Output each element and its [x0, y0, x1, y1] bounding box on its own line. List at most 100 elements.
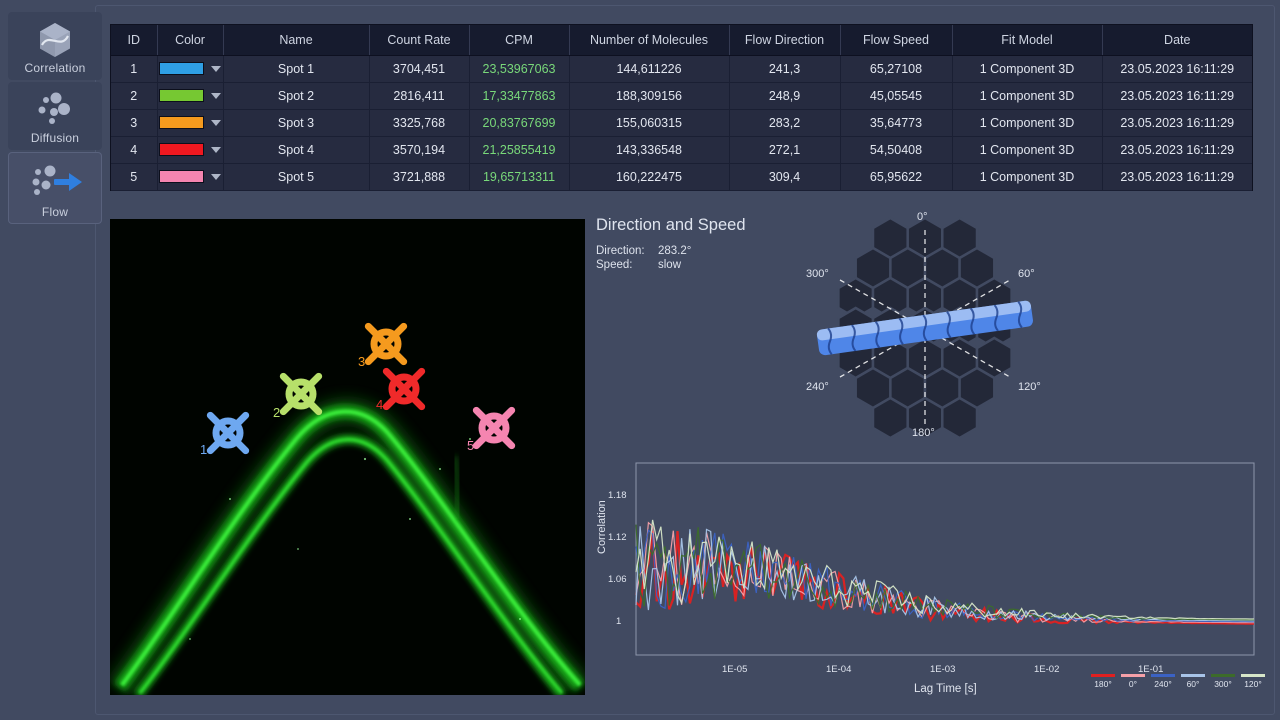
cell-date: 23.05.2023 16:11:29 — [1102, 163, 1252, 190]
spots-table-container: IDColorNameCount RateCPMNumber of Molecu… — [110, 24, 1253, 191]
column-header[interactable]: ID — [111, 25, 157, 55]
spot-marker-label: 5 — [467, 438, 474, 453]
compass-label-180: 180° — [912, 427, 935, 439]
cell-cpm: 23,53967063 — [469, 55, 569, 82]
legend-item[interactable]: 180° — [1091, 674, 1115, 689]
correlation-chart[interactable]: Correlation 1 1.06 1.12 1.18 1E-05 1E-04… — [596, 450, 1256, 705]
legend-item[interactable]: 120° — [1241, 674, 1265, 689]
cube-icon — [8, 20, 102, 60]
direction-value: 283.2° — [658, 244, 691, 258]
color-swatch[interactable] — [159, 89, 204, 102]
column-header[interactable]: Fit Model — [952, 25, 1102, 55]
cell-fit-model: 1 Component 3D — [952, 136, 1102, 163]
cell-color[interactable] — [157, 109, 223, 136]
table-row[interactable]: 3Spot 33325,76820,83767699155,060315283,… — [111, 109, 1252, 136]
column-header[interactable]: Count Rate — [369, 25, 469, 55]
x-tick: 1E-04 — [826, 664, 851, 675]
cell-count-rate: 3570,194 — [369, 136, 469, 163]
cell-name: Spot 2 — [223, 82, 369, 109]
dots-icon — [8, 90, 102, 130]
cell-name: Spot 4 — [223, 136, 369, 163]
compass-label-60: 60° — [1018, 268, 1035, 280]
cell-fit-model: 1 Component 3D — [952, 109, 1102, 136]
cell-molecules: 160,222475 — [569, 163, 729, 190]
speed-label: Speed: — [596, 258, 658, 272]
cell-color[interactable] — [157, 163, 223, 190]
cell-cpm: 19,65713311 — [469, 163, 569, 190]
table-row[interactable]: 2Spot 22816,41117,33477863188,309156248,… — [111, 82, 1252, 109]
chevron-down-icon[interactable] — [211, 147, 221, 153]
chevron-down-icon[interactable] — [211, 93, 221, 99]
flow-compass[interactable]: 0° 60° 120° 180° 240° 300° — [790, 205, 1060, 450]
x-tick: 1E-05 — [722, 664, 747, 675]
cell-molecules: 143,336548 — [569, 136, 729, 163]
microscopy-image[interactable]: 12345 — [110, 219, 585, 695]
spot-marker[interactable] — [210, 415, 245, 450]
legend-item[interactable]: 60° — [1181, 674, 1205, 689]
compass-label-0: 0° — [917, 211, 928, 223]
cell-flow-direction: 272,1 — [729, 136, 840, 163]
legend-label: 120° — [1244, 679, 1262, 689]
table-row[interactable]: 1Spot 13704,45123,53967063144,611226241,… — [111, 55, 1252, 82]
compass-label-120: 120° — [1018, 381, 1041, 393]
legend-item[interactable]: 240° — [1151, 674, 1175, 689]
cell-flow-speed: 65,95622 — [840, 163, 952, 190]
chevron-down-icon[interactable] — [211, 120, 221, 126]
spot-marker[interactable] — [476, 410, 511, 445]
legend-label: 300° — [1214, 679, 1232, 689]
chart-x-axis-label: Lag Time [s] — [914, 683, 977, 695]
cell-id: 3 — [111, 109, 157, 136]
sidebar-item-flow[interactable]: Flow — [8, 152, 102, 224]
cell-fit-model: 1 Component 3D — [952, 55, 1102, 82]
cell-cpm: 21,25855419 — [469, 136, 569, 163]
column-header[interactable]: Date — [1102, 25, 1252, 55]
color-swatch[interactable] — [159, 170, 204, 183]
table-row[interactable]: 5Spot 53721,88819,65713311160,222475309,… — [111, 163, 1252, 190]
cell-id: 4 — [111, 136, 157, 163]
compass-label-300: 300° — [806, 268, 829, 280]
spot-marker[interactable] — [283, 376, 318, 411]
legend-item[interactable]: 0° — [1121, 674, 1145, 689]
sidebar-item-correlation[interactable]: Correlation — [8, 12, 102, 80]
sidebar: Correlation Diffusion — [8, 12, 102, 226]
column-header[interactable]: Color — [157, 25, 223, 55]
cell-fit-model: 1 Component 3D — [952, 163, 1102, 190]
cell-color[interactable] — [157, 136, 223, 163]
cell-color[interactable] — [157, 55, 223, 82]
color-swatch[interactable] — [159, 116, 204, 129]
cell-id: 1 — [111, 55, 157, 82]
cell-date: 23.05.2023 16:11:29 — [1102, 82, 1252, 109]
dots-arrow-icon — [8, 160, 102, 200]
compass-svg — [790, 205, 1060, 450]
legend-label: 0° — [1129, 679, 1137, 689]
legend-item[interactable]: 300° — [1211, 674, 1235, 689]
cell-flow-direction: 309,4 — [729, 163, 840, 190]
hexagon-cell — [942, 398, 977, 438]
cell-fit-model: 1 Component 3D — [952, 82, 1102, 109]
sidebar-item-label: Flow — [42, 205, 68, 219]
cell-count-rate: 2816,411 — [369, 82, 469, 109]
column-header[interactable]: Name — [223, 25, 369, 55]
color-swatch[interactable] — [159, 62, 204, 75]
spot-marker[interactable] — [368, 326, 403, 361]
chevron-down-icon[interactable] — [211, 174, 221, 180]
spot-marker[interactable] — [386, 371, 421, 406]
color-swatch[interactable] — [159, 143, 204, 156]
column-header[interactable]: Number of Molecules — [569, 25, 729, 55]
sidebar-item-label: Correlation — [25, 61, 86, 75]
table-row[interactable]: 4 Spot 43570,19421,25855419143,336548272,… — [111, 136, 1252, 163]
cell-id: 2 — [111, 82, 157, 109]
sidebar-item-diffusion[interactable]: Diffusion — [8, 82, 102, 150]
chevron-down-icon[interactable] — [211, 66, 221, 72]
column-header[interactable]: CPM — [469, 25, 569, 55]
hexagon-cell — [873, 398, 908, 438]
spots-table: IDColorNameCount RateCPMNumber of Molecu… — [111, 25, 1252, 191]
column-header[interactable]: Flow Direction — [729, 25, 840, 55]
x-tick: 1E-03 — [930, 664, 955, 675]
legend-color-bar — [1091, 674, 1115, 677]
legend-color-bar — [1211, 674, 1235, 677]
column-header[interactable]: Flow Speed — [840, 25, 952, 55]
speed-value: slow — [658, 258, 681, 272]
cell-color[interactable] — [157, 82, 223, 109]
chart-plot-area — [596, 458, 1256, 668]
